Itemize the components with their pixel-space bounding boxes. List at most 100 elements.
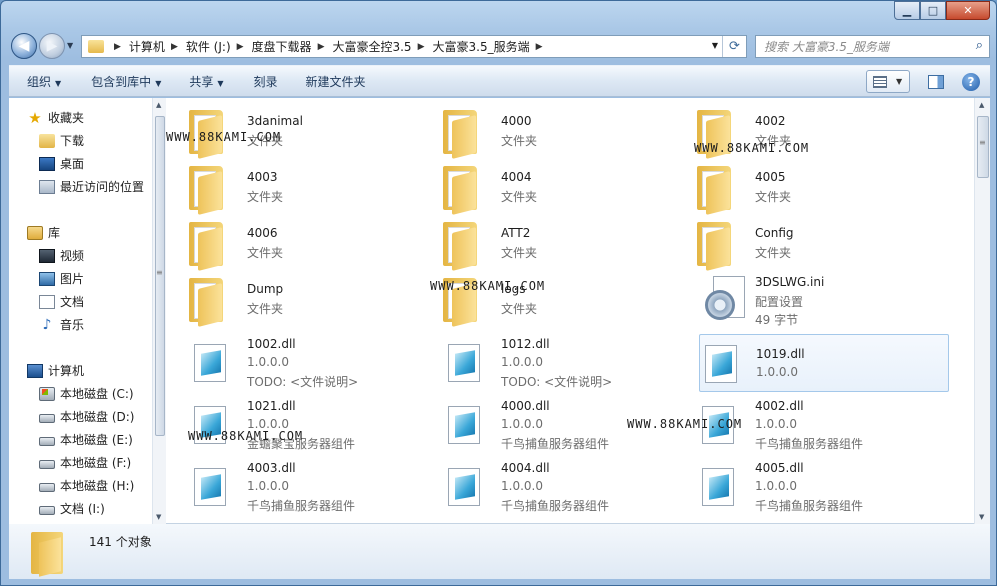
watermark-text: WWW.88KAMI.COM [430,279,546,293]
libraries-group[interactable]: 库 [27,224,60,241]
scroll-grip-icon: ≡ [156,268,163,277]
details-pane: 141 个对象 [9,524,990,579]
breadcrumb-downloader[interactable]: 度盘下载器 ▶ [252,38,333,55]
file-description: 千鸟捕鱼服务器组件 [755,437,864,451]
folder-item[interactable]: ATT2 文件夹 [421,216,671,272]
scroll-up-arrow-icon[interactable]: ▲ [156,101,161,109]
sidebar-item-drive-i[interactable]: 文档 (I:) [39,500,105,517]
scroll-down-arrow-icon[interactable]: ▼ [156,513,161,521]
file-detail: 1.0.0.0 [756,365,798,379]
file-item[interactable]: 1012.dll 1.0.0.0 TODO: <文件说明> [421,334,671,390]
refresh-icon[interactable]: ⟳ [722,36,746,57]
recent-pages-dropdown-icon[interactable]: ▼ [67,41,73,50]
file-name: Dump [247,282,284,296]
folder-icon [443,166,479,215]
folder-item[interactable]: 4006 文件夹 [167,216,417,272]
breadcrumb-dafuhao-full[interactable]: 大富豪全控3.5 ▶ [332,38,432,55]
file-detail: 文件夹 [501,134,538,148]
change-view-button[interactable]: ▼ [866,70,910,93]
file-item[interactable]: 4005.dll 1.0.0.0 千鸟捕鱼服务器组件 [675,458,925,514]
maximize-button[interactable]: □ [920,1,946,20]
folder-item[interactable]: 4004 文件夹 [421,160,671,216]
breadcrumb-root-arrow[interactable]: ▶ [108,42,129,52]
file-item[interactable]: 1021.dll 1.0.0.0 金蟾聚宝服务器组件 [167,396,417,452]
file-item[interactable]: 1019.dll 1.0.0.0 [699,334,949,392]
sidebar-item-drive-c[interactable]: 本地磁盘 (C:) [39,385,134,402]
file-name: 4002.dll [755,399,804,413]
sidebar-item-desktop[interactable]: 桌面 [39,155,84,172]
downloads-folder-icon [39,133,55,148]
burn-button[interactable]: 刻录 [254,73,278,90]
close-button[interactable]: ✕ [946,1,990,20]
scroll-down-arrow-icon[interactable]: ▼ [979,513,984,521]
address-bar[interactable]: ▶ 计算机 ▶ 软件 (J:) ▶ 度盘下载器 ▶ 大富豪全控3.5 ▶ 大富豪3.5_… [81,35,747,58]
sidebar-item-drive-d[interactable]: 本地磁盘 (D:) [39,408,134,425]
scroll-up-arrow-icon[interactable]: ▲ [979,101,984,109]
drive-icon [39,459,55,469]
file-item[interactable]: 1002.dll 1.0.0.0 TODO: <文件说明> [167,334,417,390]
organize-menu[interactable]: 组织 ▼ [27,73,61,90]
sidebar-item-documents[interactable]: 文档 [39,293,84,310]
folder-icon [697,222,733,271]
folder-icon [189,166,225,215]
forward-button[interactable]: ▶ [39,33,65,59]
breadcrumb-computer[interactable]: 计算机 ▶ [129,38,186,55]
sidebar-item-pictures[interactable]: 图片 [39,270,84,287]
folder-item[interactable]: 4000 文件夹 [421,104,671,160]
navigation-pane-scrollbar[interactable]: ▲ ≡ ▼ [152,98,166,524]
back-button[interactable]: ◀ [11,33,37,59]
breadcrumb-drive-j[interactable]: 软件 (J:) ▶ [186,38,252,55]
music-icon: ♪ [42,316,52,333]
sidebar-item-drive-h[interactable]: 本地磁盘 (H:) [39,477,134,494]
help-icon[interactable]: ? [962,72,980,91]
drive-icon [39,505,55,515]
file-name: 1012.dll [501,337,550,351]
dll-file-icon [448,406,480,444]
file-item[interactable]: 4004.dll 1.0.0.0 千鸟捕鱼服务器组件 [421,458,671,514]
file-detail: 1.0.0.0 [501,355,543,369]
view-options-icon [873,75,887,88]
explorer-window: ▁ □ ✕ ◀ ▶ ▼ ▶ 计算机 ▶ 软件 (J:) ▶ 度盘下载器 ▶ 大富豪全控… [0,0,997,586]
file-description: 49 字节 [755,313,799,327]
file-name: 4005.dll [755,461,804,475]
sidebar-item-recent-places[interactable]: 最近访问的位置 [39,178,144,195]
folder-icon [443,222,479,271]
favorites-group[interactable]: ★ 收藏夹 [27,109,84,126]
new-folder-button[interactable]: 新建文件夹 [306,73,366,90]
computer-group[interactable]: 计算机 [27,362,84,379]
preview-pane-icon[interactable] [928,74,944,89]
folder-icon [443,110,479,159]
sidebar-item-videos[interactable]: 视频 [39,247,84,264]
watermark-text: WWW.88KAMI.COM [188,429,304,443]
system-drive-icon [39,386,55,401]
search-input[interactable]: 搜索 大富豪3.5_服务端 ⌕ [755,35,990,58]
file-list-scrollbar[interactable]: ▲ ≡ ▼ [974,98,990,524]
sidebar-item-drive-e[interactable]: 本地磁盘 (E:) [39,431,133,448]
window-caption-buttons: ▁ □ ✕ [894,1,990,20]
sidebar-item-drive-f[interactable]: 本地磁盘 (F:) [39,454,131,471]
minimize-button[interactable]: ▁ [894,1,920,20]
pictures-icon [39,271,55,286]
sidebar-item-music[interactable]: ♪ 音乐 [39,316,84,333]
folder-item[interactable]: 4005 文件夹 [675,160,925,216]
file-name: 4003 [247,170,278,184]
folder-item[interactable]: 4003 文件夹 [167,160,417,216]
folder-icon [189,222,225,271]
sidebar-item-downloads[interactable]: 下载 [39,132,84,149]
file-item[interactable]: 3DSLWG.ini 配置设置 49 字节 [675,272,925,328]
computer-icon [27,363,43,378]
file-item[interactable]: 4003.dll 1.0.0.0 千鸟捕鱼服务器组件 [167,458,417,514]
address-history-dropdown-icon[interactable]: ▼ [712,41,718,50]
scroll-thumb[interactable] [977,116,989,178]
scroll-grip-icon: ≡ [979,138,986,147]
file-detail: 文件夹 [247,246,284,260]
include-in-library-menu[interactable]: 包含到库中 ▼ [91,73,161,90]
libraries-icon [27,225,43,240]
videos-icon [39,248,55,263]
breadcrumb-server-folder[interactable]: 大富豪3.5_服务端 ▶ [433,38,551,55]
search-icon[interactable]: ⌕ [976,38,983,53]
share-menu[interactable]: 共享 ▼ [189,73,223,90]
file-detail: 文件夹 [247,190,284,204]
folder-item[interactable]: Dump 文件夹 [167,272,417,328]
folder-item[interactable]: Config 文件夹 [675,216,925,272]
